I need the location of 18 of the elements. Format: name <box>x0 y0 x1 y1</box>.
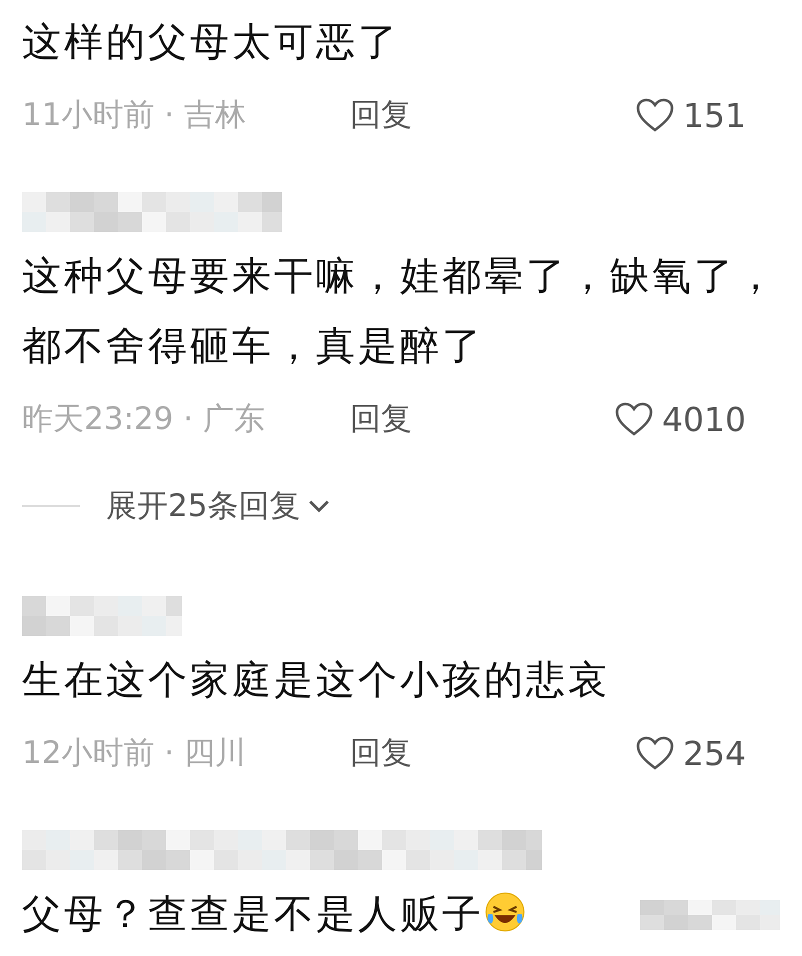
expand-replies-link[interactable]: 展开25条回复 <box>106 485 300 527</box>
comment-text: 这种父母要来干嘛，娃都晕了，缺氧了，都不舍得砸车，真是醉了 <box>22 253 779 371</box>
comment-meta: 昨天23:29 · 广东 <box>22 400 266 439</box>
comment-meta: 11小时前 · 吉林 <box>22 96 248 135</box>
comment-meta: 12小时前 · 四川 <box>22 734 248 773</box>
chevron-down-icon <box>308 498 330 514</box>
heart-icon[interactable] <box>614 401 654 437</box>
comment-text: 生在这个家庭是这个小孩的悲哀 <box>22 657 611 705</box>
reply-link[interactable]: 回复 <box>350 732 412 774</box>
like-count: 151 <box>683 96 746 134</box>
comment-text: 这样的父母太可恶了 <box>22 19 401 67</box>
reply-link[interactable]: 回复 <box>350 94 412 136</box>
comment-text: 父母？查查是不是人贩子 <box>22 880 526 950</box>
heart-icon[interactable] <box>635 97 675 133</box>
like-count: 254 <box>683 734 746 772</box>
reply-link[interactable]: 回复 <box>350 398 412 440</box>
like-count: 4010 <box>662 400 746 438</box>
heart-icon[interactable] <box>635 735 675 771</box>
